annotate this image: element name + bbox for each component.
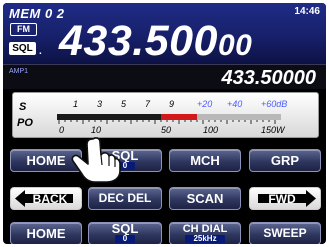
sweep-button[interactable]: SWEEP [249, 222, 321, 244]
s-scale-label: 5 [121, 99, 127, 109]
po-meter-label: PO [17, 117, 33, 129]
po-scale-label: 50 [161, 125, 171, 135]
memory-channel: MEM 0 2 [9, 6, 65, 21]
sql-value-row3: 0 [114, 235, 136, 243]
s-scale-label: +40 [227, 99, 242, 109]
meter-graphic: S PO 1 3 5 7 9 +20 +40 +60dB 0 10 50 100 150W [17, 99, 287, 135]
home-button-row3-label: HOME [26, 226, 66, 241]
sql-indicator: . [39, 46, 42, 57]
po-scale-label: 0 [59, 125, 64, 135]
meter-bar-black [57, 114, 177, 120]
dec-del-button[interactable]: DEC DEL [88, 187, 162, 210]
amp-label: AMP1 [9, 68, 29, 75]
s-scale-label: 7 [145, 99, 151, 109]
grp-button-label: GRP [270, 153, 300, 168]
fwd-button-label: FWD [268, 192, 296, 206]
dec-del-button-label: DEC DEL [98, 191, 152, 205]
main-frequency-value: 433.500 [59, 17, 218, 65]
grp-button[interactable]: GRP [249, 149, 321, 172]
home-button-row3[interactable]: HOME [10, 222, 82, 244]
scan-button-label: SCAN [186, 191, 224, 206]
mch-button-label: MCH [190, 153, 220, 168]
sub-band-panel: AMP1 433.50000 [3, 64, 326, 89]
main-frequency: 433.50000 [59, 17, 252, 70]
po-scale-label: 150W [261, 125, 286, 135]
sub-frequency: 433.50000 [221, 67, 316, 89]
back-button-label: BACK [32, 192, 68, 206]
sql-button-row3[interactable]: SQL 0 [88, 222, 162, 244]
ch-dial-value: 25kHz [185, 235, 225, 243]
home-button-label: HOME [26, 153, 66, 168]
fwd-button[interactable]: FWD [249, 187, 321, 210]
tap-hand-icon [71, 137, 121, 183]
s-scale-label: +20 [197, 99, 212, 109]
s-scale-label: +60dB [261, 99, 287, 109]
s-po-meter: S PO 1 3 5 7 9 +20 +40 +60dB 0 10 50 100 150W [12, 92, 319, 138]
back-button[interactable]: BACK [10, 187, 82, 210]
s-scale-label: 3 [97, 99, 102, 109]
s-scale-label: 1 [73, 99, 78, 109]
ch-dial-button[interactable]: CH DIAL 25kHz [169, 222, 241, 244]
meter-bar-ticks [58, 120, 276, 124]
sweep-button-label: SWEEP [263, 226, 307, 240]
mode-badge: FM [10, 23, 37, 36]
radio-display: MEM 0 2 14:46 FM SQL . 433.50000 AMP1 43… [3, 3, 326, 244]
main-band-panel: MEM 0 2 14:46 FM SQL . 433.50000 [3, 3, 326, 65]
meter-bar-red [161, 114, 197, 120]
s-scale: 1 3 5 7 9 +20 +40 +60dB [73, 99, 287, 109]
scan-button[interactable]: SCAN [169, 187, 241, 210]
po-scale-label: 100 [203, 125, 218, 135]
mch-button[interactable]: MCH [169, 149, 241, 172]
main-frequency-small-digits: 00 [217, 29, 253, 62]
clock: 14:46 [294, 6, 320, 17]
s-scale-label: 9 [169, 99, 174, 109]
sql-badge: SQL [9, 42, 36, 55]
s-meter-label: S [19, 101, 27, 113]
